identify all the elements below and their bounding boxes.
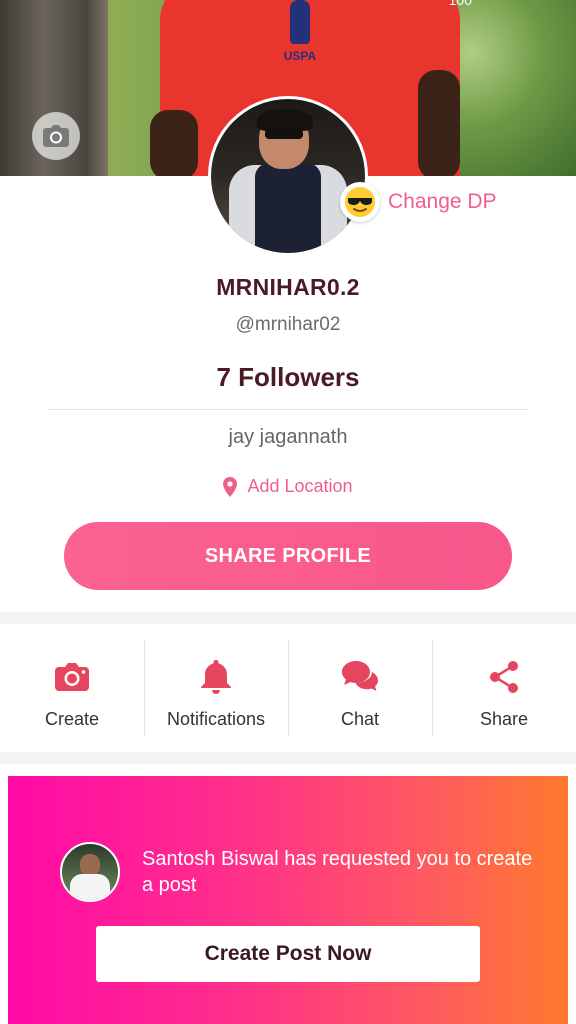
- notifications-label: Notifications: [166, 708, 266, 729]
- chat-button[interactable]: Chat: [288, 634, 432, 752]
- location-pin-icon: [223, 476, 238, 497]
- post-request-card: Santosh Biswal has requested you to crea…: [8, 776, 568, 1024]
- profile-avatar[interactable]: [208, 96, 368, 256]
- camera-icon: [43, 125, 69, 147]
- share-label: Share: [479, 708, 529, 729]
- profile-bio: jay jagannath: [228, 426, 348, 448]
- requester-avatar[interactable]: [60, 842, 120, 902]
- followers-count[interactable]: 7 Followers: [0, 362, 576, 393]
- profile-name: MRNIHAR0.2: [216, 274, 360, 300]
- share-button[interactable]: Share: [432, 634, 576, 752]
- change-cover-button[interactable]: [32, 112, 80, 160]
- chat-bubbles-icon: [342, 660, 378, 691]
- add-location-link[interactable]: Add Location: [0, 476, 576, 497]
- share-profile-button[interactable]: SHARE PROFILE: [64, 522, 512, 590]
- bell-icon: [201, 659, 231, 694]
- camera-icon: [55, 662, 89, 691]
- create-label: Create: [44, 708, 100, 729]
- chat-label: Chat: [340, 708, 380, 729]
- profile-actions-bar: Create Notifications Chat Share: [0, 634, 576, 752]
- sunglasses-emoji-icon: [340, 182, 380, 222]
- divider: [48, 409, 528, 410]
- share-icon: [490, 660, 518, 693]
- cover-arm: [418, 70, 460, 176]
- profile-photo: [211, 99, 365, 253]
- create-button[interactable]: Create: [0, 634, 144, 752]
- change-dp-button[interactable]: Change DP: [340, 180, 497, 224]
- create-post-now-button[interactable]: Create Post Now: [96, 926, 480, 982]
- section-separator: [0, 752, 576, 764]
- notifications-button[interactable]: Notifications: [144, 634, 288, 752]
- cover-arm: [150, 110, 198, 176]
- cover-top-number: 100: [448, 0, 472, 8]
- change-dp-label: Change DP: [388, 190, 497, 213]
- shirt-logo: USPA: [280, 0, 320, 72]
- add-location-label: Add Location: [247, 476, 353, 496]
- profile-handle: @mrnihar02: [235, 314, 341, 335]
- section-separator: [0, 612, 576, 624]
- request-message: Santosh Biswal has requested you to crea…: [142, 848, 533, 896]
